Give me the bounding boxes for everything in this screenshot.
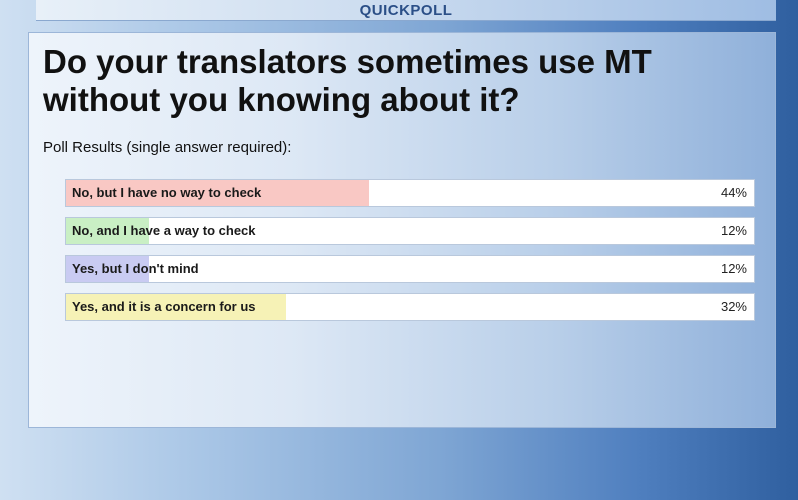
result-row-0: No, but I have no way to check 44% — [65, 179, 755, 207]
result-label-1: No, and I have a way to check — [72, 223, 256, 238]
poll-panel: Do your translators sometimes use MT wit… — [28, 32, 776, 428]
result-row-1: No, and I have a way to check 12% — [65, 217, 755, 245]
result-percent-0: 44% — [720, 185, 747, 200]
result-row-2: Yes, but I don't mind 12% — [65, 255, 755, 283]
result-label-0: No, but I have no way to check — [72, 185, 262, 200]
quickpoll-title: QUICKPOLL — [359, 2, 453, 19]
result-percent-3: 32% — [720, 299, 747, 314]
poll-subtitle: Poll Results (single answer required): — [43, 139, 292, 156]
result-label-2: Yes, but I don't mind — [72, 261, 199, 276]
poll-question: Do your translators sometimes use MT wit… — [43, 43, 652, 118]
poll-results: No, but I have no way to check 44% No, a… — [65, 179, 755, 331]
result-label-3: Yes, and it is a concern for us — [72, 299, 256, 314]
result-percent-2: 12% — [720, 261, 747, 276]
quickpoll-header: QUICKPOLL — [36, 0, 776, 21]
result-percent-1: 12% — [720, 223, 747, 238]
result-row-3: Yes, and it is a concern for us 32% — [65, 293, 755, 321]
